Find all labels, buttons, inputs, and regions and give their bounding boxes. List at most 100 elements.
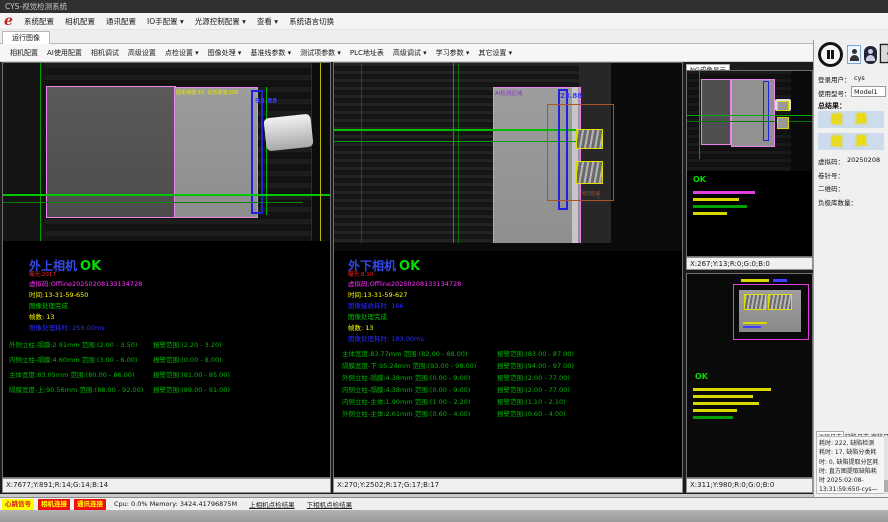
- pause-button[interactable]: [818, 42, 843, 67]
- measurement-row: 隔膜宽度-下:95.24mm 范围:(93.00 - 98.00): [342, 360, 476, 370]
- log-text-area[interactable]: 耗时: 222, 缺陷检测耗时: 17, 缺陷分类耗时: 0, 缺陷提取分区耗时…: [816, 436, 887, 494]
- aux-top-panel: OK: [686, 70, 813, 257]
- defect-yellow-box-1: [576, 129, 603, 149]
- alarm-range: 报警范围:(81.00 - 85.00): [153, 369, 230, 379]
- tool-advanced-debug[interactable]: 高级调试 ▾: [393, 48, 427, 58]
- window-title: CYS-视觉检测系统: [5, 2, 67, 11]
- alarm-range: 报警范围:(1.10 - 2.10): [497, 396, 566, 406]
- tool-image-process[interactable]: 图像处理 ▾: [208, 48, 242, 58]
- app-status-bar: 心跳信号 相机连接 通讯连接 Cpu: 0.0% Memory: 3424.41…: [0, 497, 888, 510]
- aux-bottom-panel: OK: [686, 273, 813, 478]
- tiny-text-line: [693, 205, 747, 208]
- tool-plc-table[interactable]: PLC地址表: [350, 48, 384, 58]
- left-frame-count-text: 帧数: 13: [29, 311, 55, 321]
- alarm-range: 报警范围:(0.60 - 4.00): [497, 408, 566, 418]
- model-label: 使用型号：: [818, 88, 851, 98]
- login-user-value: cys: [854, 74, 865, 82]
- tiny-text-line: [693, 191, 755, 194]
- mid-camera-ok-badge: OK: [399, 259, 420, 274]
- alarm-range: 报警范围:(89.00 - 91.00): [153, 384, 230, 394]
- machine-shadow-left: [3, 63, 45, 241]
- menu-item-camera-config[interactable]: 相机配置: [65, 16, 95, 27]
- tool-ai-config[interactable]: AI使用配置: [47, 48, 82, 58]
- roi-blue-box: [763, 81, 769, 141]
- scene-bottom-band: [334, 243, 682, 251]
- menu-item-system-config[interactable]: 系统配置: [24, 16, 54, 27]
- menu-item-comm-config[interactable]: 通讯配置: [106, 16, 136, 27]
- menu-item-io-config[interactable]: IO手配置 ▾: [147, 16, 184, 27]
- alarm-range: 报警范围:(2.20 - 3.20): [153, 339, 222, 349]
- green-baseline-vertical-2: [458, 63, 459, 251]
- mid-camera-viewport[interactable]: AI检测区域 23.88 检测区域: [334, 63, 682, 251]
- mid-process-done-text: 图像处理完成: [348, 311, 387, 321]
- blue-measure-label: 23.88: [560, 92, 582, 100]
- green-baseline-horizontal-1: [687, 115, 812, 116]
- green-baseline-vertical-1: [453, 63, 454, 251]
- aux-bottom-coordbar: X:311;Y:980;R:0;G:0;B:0: [686, 478, 813, 493]
- roi-brown-box: [547, 104, 614, 201]
- machine-dark-right: [611, 63, 682, 251]
- aux-bottom-ok-badge: OK: [695, 372, 708, 381]
- aux-top-viewport[interactable]: OK: [687, 71, 812, 256]
- tool-advanced-settings[interactable]: 高级设置: [128, 48, 156, 58]
- green-guide-far-left: [361, 63, 362, 251]
- mid-time-text: 时间:13-31-59-627: [348, 289, 407, 299]
- tool-test-params[interactable]: 测试项参数 ▾: [300, 48, 341, 58]
- measurement-row: 内侧立柱-隔膜:4.60mm 范围:(3.00 - 6.00): [9, 354, 137, 364]
- qr-code-label: 二维码：: [818, 183, 844, 193]
- tool-camera-debug[interactable]: 相机调试: [91, 48, 119, 58]
- anode-count-label: 负极库数量：: [818, 197, 857, 207]
- menu-item-light-config[interactable]: 光源控制配置 ▾: [195, 16, 246, 27]
- green-baseline-horizontal-1: [3, 194, 330, 196]
- aux-tab-bar: NG成像显示相机内成像故障内成像: [686, 57, 813, 70]
- left-process-done-text: 图像处理完成: [29, 300, 68, 310]
- bolt-dot-1: [586, 191, 592, 196]
- tool-camera-config[interactable]: 相机配置: [10, 48, 38, 58]
- log-scrollbar-thumb[interactable]: [884, 480, 888, 492]
- tiny-text-line: [693, 395, 753, 398]
- alarm-range: 报警范围:(2.00 - 77.00): [497, 372, 570, 382]
- left-camera-ok-badge: OK: [80, 259, 101, 274]
- mid-elapsed-text: 图像处理耗时: 183.00ms: [348, 333, 424, 343]
- pause-icon: [827, 50, 834, 59]
- aux-top-coordbar: X:267;Y:13;R:0;G:0;B:0: [686, 257, 813, 270]
- model-select[interactable]: Model1: [851, 86, 886, 97]
- logout-button[interactable]: [879, 43, 888, 64]
- measurement-row: 主体宽度:83.05mm 范围:(80.00 - 86.00): [9, 369, 134, 379]
- login-user-label: 登录用户：: [818, 74, 851, 84]
- measurement-row: 内侧立柱-隔膜:4.38mm 范围:(0.00 - 9.00): [342, 384, 470, 394]
- pin-number-label: 卷针号：: [818, 170, 844, 180]
- tool-baseline-params[interactable]: 基准线参数 ▾: [250, 48, 291, 58]
- tiny-text-line: [693, 198, 739, 201]
- left-vcode-text: 虚拟码:Offline20250208133134728: [29, 278, 142, 288]
- tool-other-settings[interactable]: 其它设置 ▾: [478, 48, 512, 58]
- upper-camera-check-link[interactable]: 上相机点检结果: [249, 499, 295, 509]
- lower-camera-check-link[interactable]: 下相机点检结果: [307, 499, 353, 509]
- left-elapsed-text: 图像处理耗时: 256.00ms: [29, 322, 105, 332]
- user-profile-button[interactable]: [864, 46, 877, 64]
- total-result-label: 总结果：: [818, 101, 846, 111]
- tiny-text-line: [743, 326, 761, 328]
- tiny-text-line: [693, 388, 771, 391]
- aux-bottom-viewport[interactable]: OK: [687, 274, 812, 477]
- left-camera-viewport[interactable]: 固定阈值:93, 动态阈值:100 93.88: [3, 63, 330, 241]
- window-bottom-strip: [0, 510, 888, 522]
- defect-yellow-box-2: [768, 294, 792, 310]
- left-time-text: 时间:13-31-59-650: [29, 289, 88, 299]
- tab-run-image[interactable]: 运行图像: [2, 31, 50, 45]
- roi-pink-box-outer: [701, 79, 731, 145]
- green-baseline-horizontal-2: [3, 202, 303, 203]
- tiny-text-line: [693, 402, 759, 405]
- measurement-row: 主体宽度:83.77mm 范围:(82.00 - 88.00): [342, 348, 467, 358]
- left-camera-panel: 固定阈值:93, 动态阈值:100 93.88 外上相机OK 曝光:2017 虚…: [2, 62, 331, 478]
- menu-item-view[interactable]: 查看 ▾: [257, 16, 278, 27]
- app-logo-icon: e: [4, 13, 13, 29]
- user-login-button[interactable]: [847, 45, 861, 64]
- tool-spot-check[interactable]: 点检设置 ▾: [165, 48, 199, 58]
- menu-item-language[interactable]: 系统语言切换: [289, 16, 334, 27]
- threshold-overlay-label: 固定阈值:93, 动态阈值:100: [176, 89, 238, 96]
- vcode-value: 20250208: [847, 156, 880, 164]
- tiny-text-line: [741, 279, 769, 282]
- tool-learn-params[interactable]: 学习参数 ▾: [436, 48, 470, 58]
- green-baseline-horizontal-2: [334, 141, 579, 142]
